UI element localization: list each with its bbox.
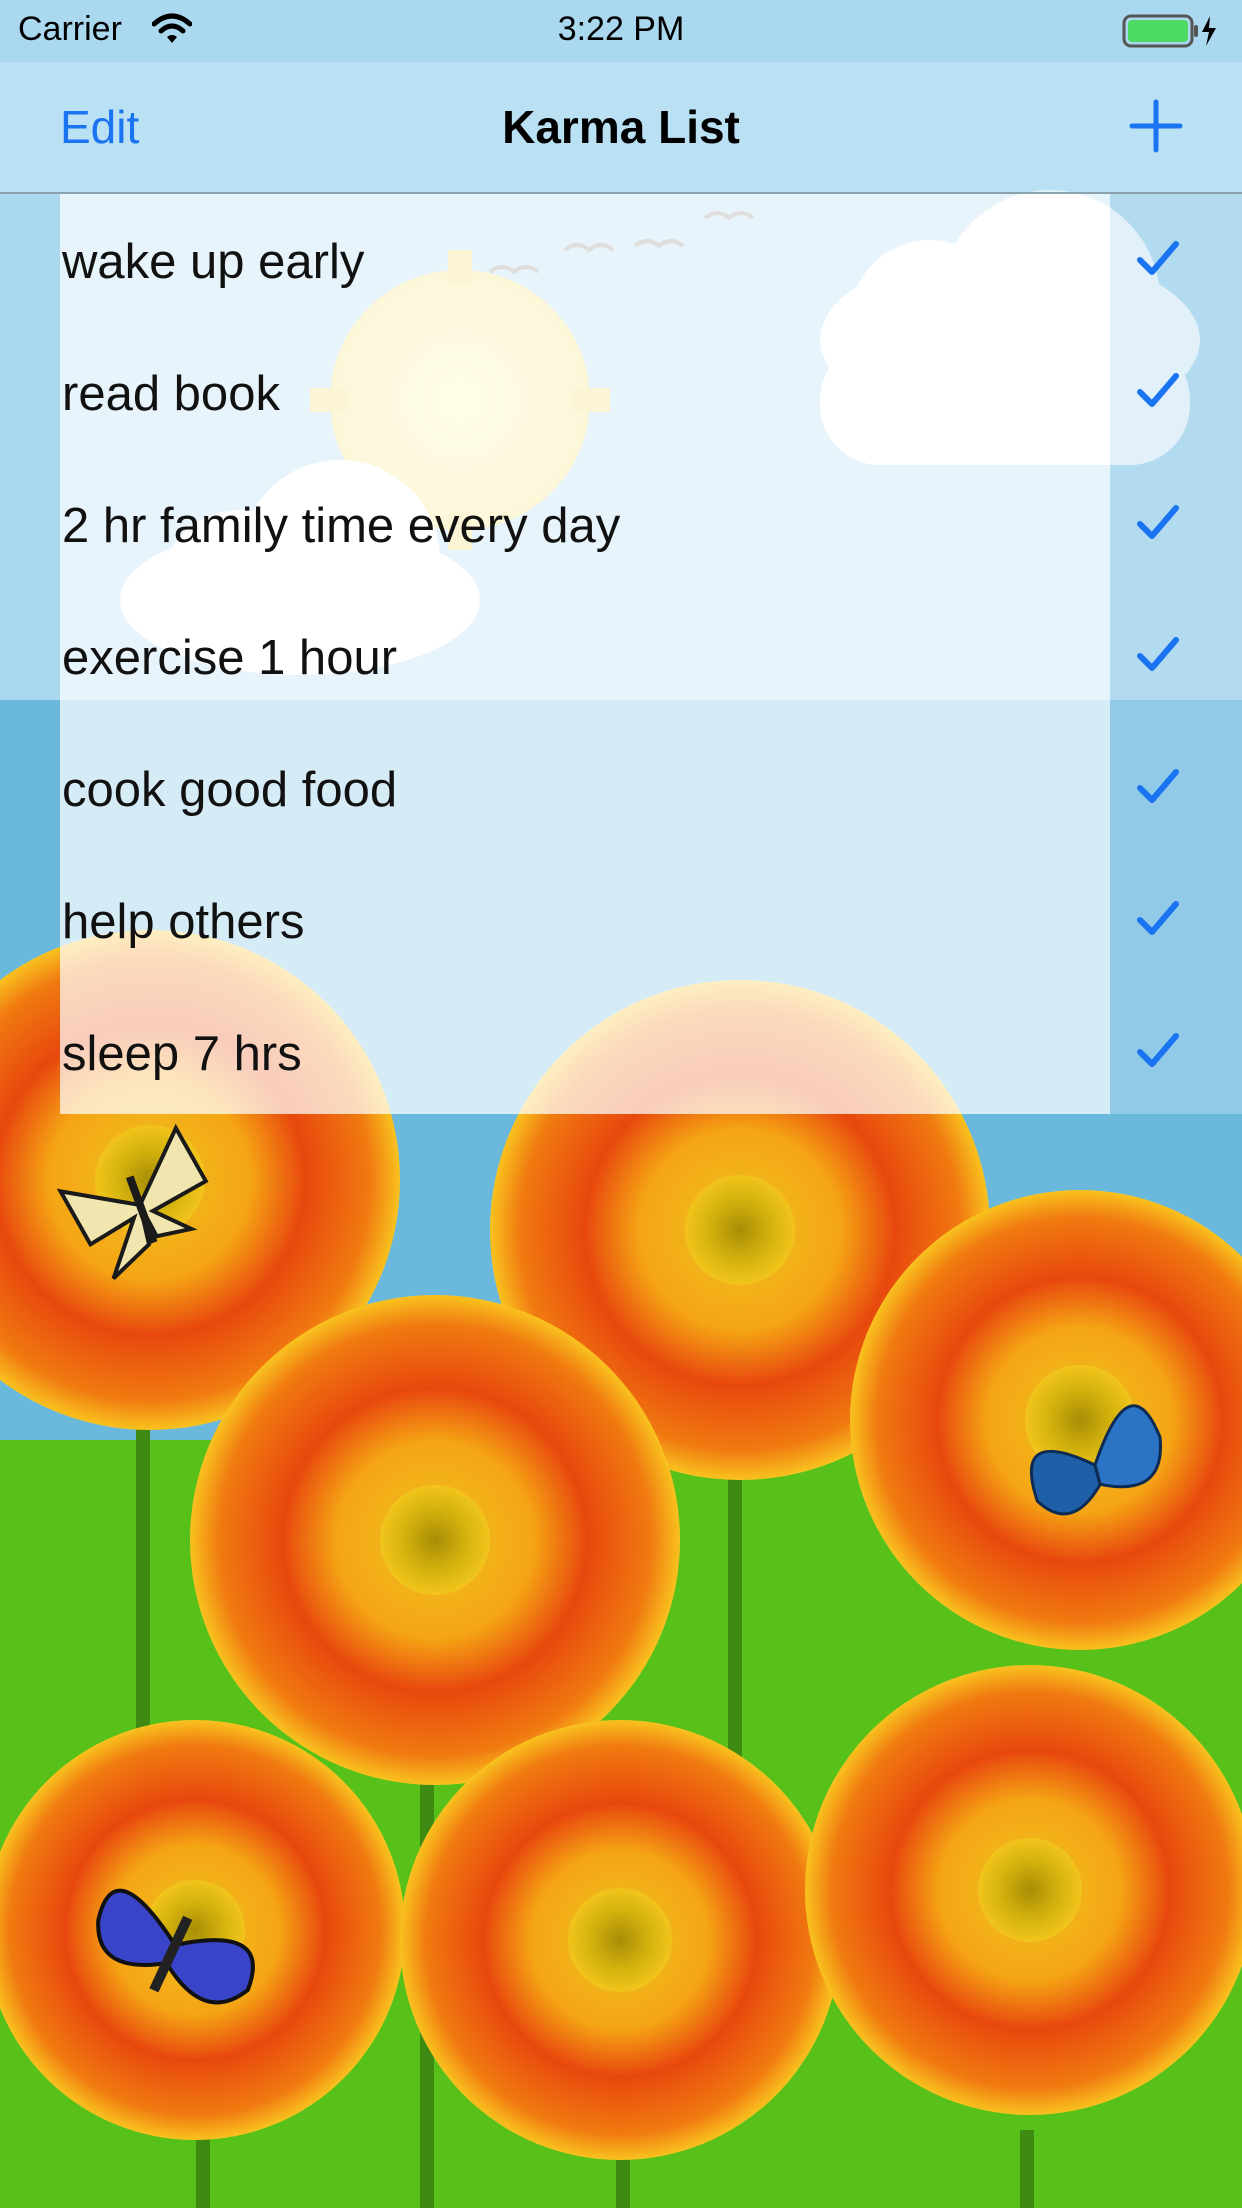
karma-list: wake up early read book 2 hr family time… <box>60 194 1179 1114</box>
plus-icon[interactable] <box>1128 98 1184 154</box>
list-item-label: cook good food <box>62 763 398 817</box>
screen: Carrier 3:22 PM Edit Karma List wake up … <box>0 0 1242 2208</box>
list-item[interactable]: help others <box>60 854 1242 986</box>
list-item[interactable]: wake up early <box>60 194 1242 326</box>
list-item[interactable]: sleep 7 hrs <box>60 986 1242 1118</box>
status-time: 3:22 PM <box>557 10 685 48</box>
list-item-label: 2 hr family time every day <box>62 499 621 553</box>
page-title: Karma List <box>502 101 740 153</box>
checkmark-icon <box>1137 901 1179 935</box>
checkmark-icon <box>1137 241 1179 275</box>
battery-icon <box>1122 14 1216 48</box>
list-item-label: sleep 7 hrs <box>62 1027 302 1081</box>
list-item[interactable]: exercise 1 hour <box>60 590 1242 722</box>
list-item[interactable]: cook good food <box>60 722 1242 854</box>
list-item[interactable]: read book <box>60 326 1242 458</box>
checkmark-icon <box>1137 637 1179 671</box>
status-bar: Carrier 3:22 PM <box>0 0 1242 62</box>
list-item-label: exercise 1 hour <box>62 631 398 685</box>
checkmark-icon <box>1137 1033 1179 1067</box>
navigation-bar: Edit Karma List <box>0 62 1242 194</box>
checkmark-icon <box>1137 769 1179 803</box>
list-item-label: read book <box>62 367 280 421</box>
list-item[interactable]: 2 hr family time every day <box>60 458 1242 590</box>
list-item-label: help others <box>62 895 305 949</box>
checkmark-icon <box>1137 373 1179 407</box>
checkmark-icon <box>1137 505 1179 539</box>
list-item-label: wake up early <box>62 235 365 289</box>
